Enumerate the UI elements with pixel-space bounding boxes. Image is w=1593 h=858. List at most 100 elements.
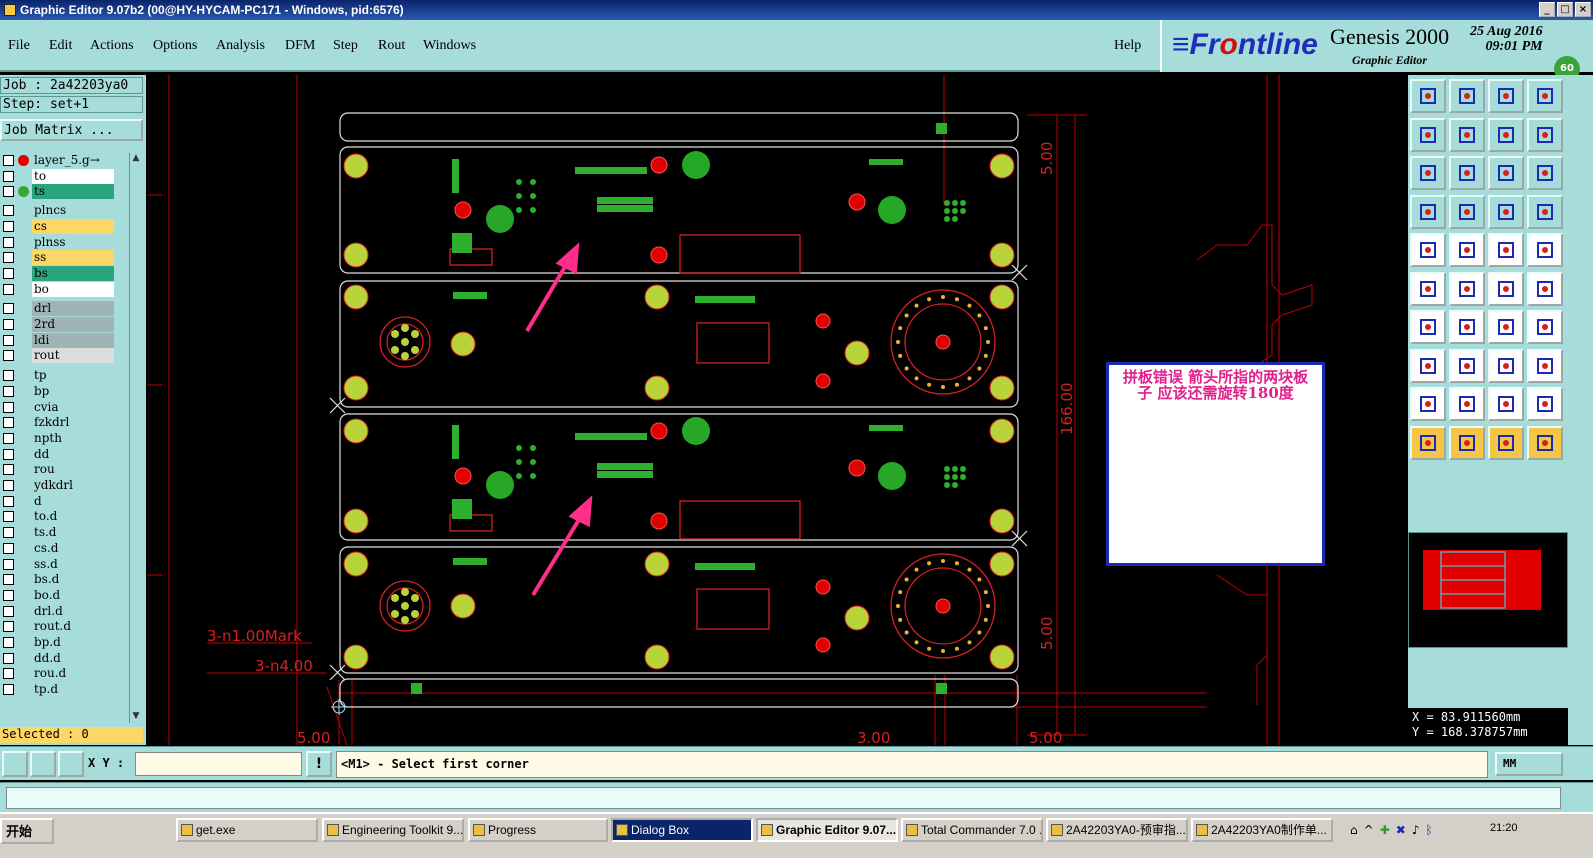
layer-checkbox[interactable]: [3, 652, 14, 664]
bluetooth-icon[interactable]: ᛒ: [1425, 823, 1432, 837]
layer-row[interactable]: tp.d: [0, 682, 118, 698]
layer-name[interactable]: ss.d: [32, 556, 114, 572]
layer-row[interactable]: dd: [0, 446, 118, 462]
layer-row[interactable]: bo.d: [0, 587, 118, 603]
menu-windows[interactable]: Windows: [423, 38, 476, 54]
menu-step[interactable]: Step: [333, 38, 358, 54]
rotate-icon[interactable]: [1488, 310, 1524, 344]
help-icon[interactable]: [1527, 156, 1563, 190]
layer-row[interactable]: layer_5.g→: [0, 153, 118, 168]
layer-row[interactable]: ts.d: [0, 525, 118, 541]
layer-name[interactable]: cvia: [32, 399, 114, 415]
layer-checkbox[interactable]: [3, 448, 14, 460]
layer-name[interactable]: cs.d: [32, 540, 114, 556]
task-get[interactable]: get.exe: [176, 818, 318, 842]
layer-name[interactable]: dd.d: [32, 650, 114, 666]
layer-row[interactable]: ss.d: [0, 556, 118, 572]
arrow-d-icon[interactable]: [1527, 425, 1563, 460]
layer-checkbox[interactable]: [3, 432, 14, 444]
measure-icon[interactable]: [30, 751, 56, 777]
pen-b-icon[interactable]: [1449, 310, 1485, 344]
layer-checkbox[interactable]: [3, 350, 14, 362]
pen-a-icon[interactable]: [1410, 310, 1446, 344]
layer-name[interactable]: ldi: [32, 332, 114, 348]
layer-row[interactable]: ss: [0, 250, 118, 266]
ruler-icon[interactable]: [1488, 233, 1524, 267]
home-up-icon[interactable]: [1410, 79, 1446, 113]
layer-row[interactable]: bs: [0, 265, 118, 281]
layer-checkbox[interactable]: [3, 480, 14, 491]
layer-name[interactable]: bp.d: [32, 635, 114, 650]
layer-row[interactable]: cs: [0, 218, 118, 234]
close-button[interactable]: ×: [1575, 2, 1591, 17]
ratio-icon[interactable]: [1488, 156, 1524, 190]
home-down-icon[interactable]: [1449, 79, 1485, 113]
minimize-button[interactable]: _: [1539, 2, 1555, 17]
layer-checkbox[interactable]: [3, 155, 14, 166]
warn-d-icon[interactable]: [1527, 387, 1563, 421]
layer-checkbox[interactable]: [3, 684, 14, 696]
layer-row[interactable]: drl.d: [0, 603, 118, 619]
cross-icon[interactable]: [1449, 271, 1485, 306]
task-graphic-editor[interactable]: Graphic Editor 9.07...: [756, 818, 898, 842]
measure-icon[interactable]: [1488, 348, 1524, 383]
layer-checkbox[interactable]: [3, 205, 14, 217]
layer-checkbox[interactable]: [3, 220, 14, 232]
layer-name[interactable]: ts: [32, 184, 114, 200]
layer-row[interactable]: ydkdrl: [0, 478, 118, 493]
zoom-area-icon[interactable]: [2, 751, 28, 777]
x-icon[interactable]: ✖: [1396, 823, 1406, 837]
refresh-icon[interactable]: ✚: [1380, 823, 1390, 837]
menu-options[interactable]: Options: [153, 38, 197, 54]
layer-row[interactable]: 2rd: [0, 317, 118, 332]
arrow-c-icon[interactable]: [1488, 425, 1524, 460]
menu-analysis[interactable]: Analysis: [216, 38, 265, 54]
layer-row[interactable]: d: [0, 493, 118, 509]
layer-row[interactable]: tp: [0, 368, 118, 384]
task-total-commander[interactable]: Total Commander 7.0 ...: [901, 818, 1043, 842]
layer-name[interactable]: dd: [32, 446, 114, 462]
nodes-icon[interactable]: [1410, 271, 1446, 306]
layer-checkbox[interactable]: [3, 170, 14, 182]
layer-name[interactable]: bo.d: [32, 587, 114, 603]
layer-row[interactable]: dd.d: [0, 650, 118, 666]
tools-icon[interactable]: [1410, 194, 1446, 229]
layer-row[interactable]: fzkdrl: [0, 415, 118, 431]
layer-row[interactable]: plnss: [0, 234, 118, 250]
menu-dfm[interactable]: DFM: [285, 38, 315, 54]
job-matrix-button[interactable]: Job Matrix ...: [0, 119, 143, 141]
layer-name[interactable]: tp.d: [32, 682, 114, 698]
layer-row[interactable]: to.d: [0, 509, 118, 525]
layers-a-icon[interactable]: [1488, 194, 1524, 229]
line-b-icon[interactable]: [1527, 271, 1563, 306]
layer-name[interactable]: rout: [32, 348, 114, 364]
layer-name[interactable]: ydkdrl: [32, 478, 114, 493]
layer-row[interactable]: npth: [0, 430, 118, 446]
menu-help[interactable]: Help: [1114, 38, 1141, 54]
fit-icon[interactable]: [1410, 156, 1446, 190]
layer-name[interactable]: bp: [32, 383, 114, 399]
menu-rout[interactable]: Rout: [378, 38, 405, 54]
right-icon[interactable]: [1449, 117, 1485, 152]
connect-icon[interactable]: [1410, 348, 1446, 383]
layer-row[interactable]: rout.d: [0, 619, 118, 635]
shapes-icon[interactable]: [1527, 348, 1563, 383]
layer-row[interactable]: rou.d: [0, 666, 118, 682]
layer-checkbox[interactable]: [3, 267, 14, 279]
layer-name[interactable]: to: [32, 168, 114, 184]
sound-icon[interactable]: ♪: [1412, 823, 1420, 837]
arrow-a-icon[interactable]: [1410, 425, 1446, 460]
layer-name[interactable]: rou: [32, 462, 114, 478]
layer-checkbox[interactable]: [3, 558, 14, 570]
maximize-button[interactable]: □: [1557, 2, 1573, 17]
line-a-icon[interactable]: [1488, 271, 1524, 306]
layer-name[interactable]: bs.d: [32, 572, 114, 588]
warn-b-icon[interactable]: [1449, 387, 1485, 421]
layer-name[interactable]: rout.d: [32, 619, 114, 635]
snap-icon[interactable]: [1449, 194, 1485, 229]
layer-checkbox[interactable]: [3, 668, 14, 680]
layer-row[interactable]: plncs: [0, 203, 118, 219]
layer-row[interactable]: cs.d: [0, 540, 118, 556]
layer-checkbox[interactable]: [3, 236, 14, 248]
layer-name[interactable]: cs: [32, 218, 114, 234]
